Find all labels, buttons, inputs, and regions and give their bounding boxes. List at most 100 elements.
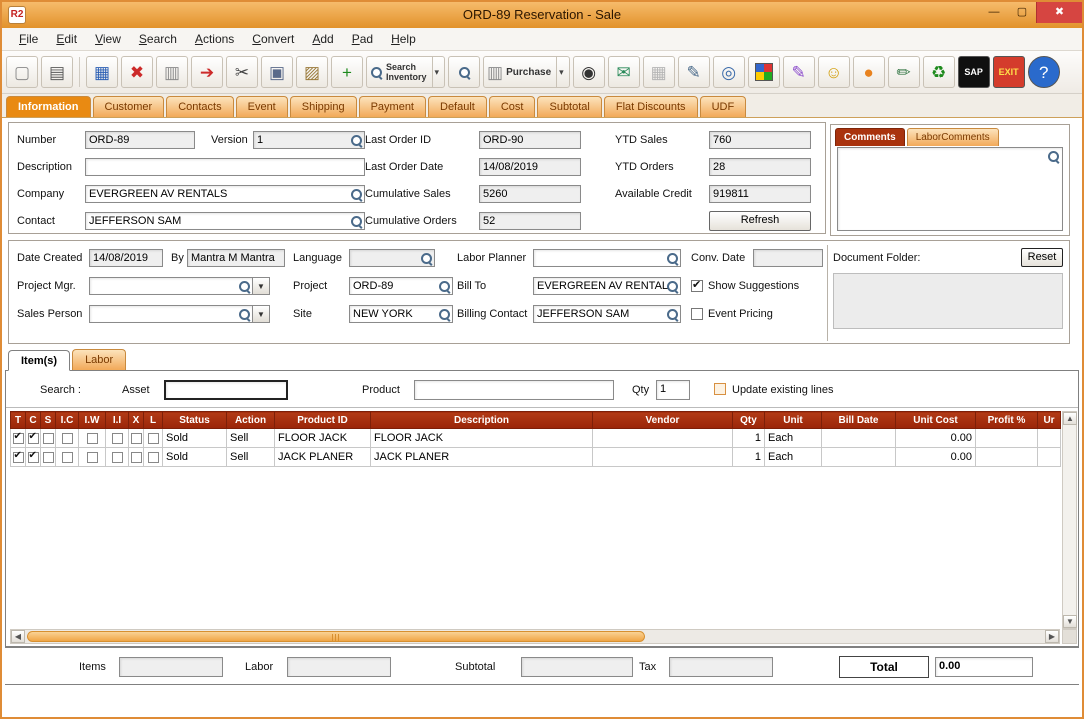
labor-planner-field[interactable] xyxy=(533,249,681,267)
cell[interactable] xyxy=(976,448,1038,467)
maximize-button[interactable]: ▢ xyxy=(1008,2,1036,23)
update-existing-lines-checkbox[interactable] xyxy=(714,383,726,395)
add-line-button[interactable]: + xyxy=(331,56,363,88)
save-button[interactable]: ▦ xyxy=(86,56,118,88)
sap-button[interactable]: SAP xyxy=(958,56,990,88)
scrollbar-thumb[interactable] xyxy=(27,631,645,642)
tab-information[interactable]: Information xyxy=(6,96,91,117)
col-header-s[interactable]: S xyxy=(41,412,56,429)
tab-comments[interactable]: Comments xyxy=(835,128,905,146)
cell[interactable]: FLOOR JACK xyxy=(371,429,593,448)
asset-search-input[interactable] xyxy=(164,380,288,400)
col-header-unit[interactable]: Unit xyxy=(765,412,822,429)
row-checkbox[interactable] xyxy=(43,452,54,463)
col-header-action[interactable]: Action xyxy=(227,412,275,429)
tab-flat-discounts[interactable]: Flat Discounts xyxy=(604,96,698,117)
tab-laborcomments[interactable]: LaborComments xyxy=(907,128,999,146)
menu-add[interactable]: Add xyxy=(303,28,342,51)
send-email-button[interactable]: ✉ xyxy=(608,56,640,88)
disc-button[interactable]: ◎ xyxy=(713,56,745,88)
menu-actions[interactable]: Actions xyxy=(186,28,243,51)
cube-button[interactable] xyxy=(748,56,780,88)
table-row[interactable]: SoldSellJACK PLANERJACK PLANER1Each0.00 xyxy=(11,448,1061,467)
cell[interactable]: Each xyxy=(765,448,822,467)
scroll-right-icon[interactable]: ▶ xyxy=(1045,630,1059,643)
menu-help[interactable]: Help xyxy=(382,28,425,51)
language-field[interactable] xyxy=(349,249,435,267)
smiley-button[interactable]: ☺ xyxy=(818,56,850,88)
purchase-dropdown[interactable]: ▾ xyxy=(556,57,566,87)
reset-button[interactable]: Reset xyxy=(1021,248,1063,267)
sales-person-field[interactable] xyxy=(89,305,253,323)
tab-subtotal[interactable]: Subtotal xyxy=(537,96,601,117)
row-checkbox[interactable] xyxy=(87,452,98,463)
cut-button[interactable]: ✂ xyxy=(226,56,258,88)
fruit-button[interactable]: ● xyxy=(853,56,885,88)
col-header-c[interactable]: C xyxy=(26,412,41,429)
col-header-unit-cost[interactable]: Unit Cost xyxy=(896,412,976,429)
refresh-button[interactable]: Refresh xyxy=(709,211,811,231)
scroll-up-icon[interactable]: ▲ xyxy=(1063,412,1077,425)
search-inventory-dropdown[interactable]: ▾ xyxy=(432,57,442,87)
site-field[interactable]: NEW YORK xyxy=(349,305,453,323)
stamp-button[interactable]: ▥ xyxy=(156,56,188,88)
cell[interactable]: 1 xyxy=(733,448,765,467)
tab-udf[interactable]: UDF xyxy=(700,96,747,117)
calendar-button[interactable]: ▦ xyxy=(643,56,675,88)
purchase-button[interactable]: ▥Purchase▾ xyxy=(483,56,570,88)
sales-person-dropdown[interactable]: ▼ xyxy=(253,305,270,323)
row-checkbox[interactable] xyxy=(131,452,142,463)
col-header-i-w[interactable]: I.W xyxy=(79,412,106,429)
cell[interactable]: 0.00 xyxy=(896,448,976,467)
col-header-t[interactable]: T xyxy=(11,412,26,429)
menu-view[interactable]: View xyxy=(86,28,130,51)
search-icon[interactable] xyxy=(238,280,251,293)
menu-pad[interactable]: Pad xyxy=(343,28,382,51)
cell[interactable] xyxy=(1038,448,1061,467)
col-header-product-id[interactable]: Product ID xyxy=(275,412,371,429)
product-search-input[interactable] xyxy=(414,380,614,400)
comments-textarea[interactable] xyxy=(837,147,1063,231)
description-field[interactable] xyxy=(85,158,365,176)
row-checkbox[interactable] xyxy=(62,433,73,444)
refresh-data-button[interactable]: ♻ xyxy=(923,56,955,88)
new-document-button[interactable]: ▢ xyxy=(6,56,38,88)
search-icon[interactable] xyxy=(238,308,251,321)
project-mgr-field[interactable] xyxy=(89,277,253,295)
show-suggestions-checkbox[interactable] xyxy=(691,280,703,292)
menu-convert[interactable]: Convert xyxy=(243,28,303,51)
cell[interactable] xyxy=(593,448,733,467)
row-checkbox[interactable] xyxy=(131,433,142,444)
search-icon[interactable] xyxy=(666,280,679,293)
brush-button[interactable]: ✎ xyxy=(783,56,815,88)
company-field[interactable]: EVERGREEN AV RENTALS xyxy=(85,185,365,203)
search-icon[interactable] xyxy=(1047,150,1060,163)
row-checkbox[interactable] xyxy=(112,433,123,444)
project-mgr-dropdown[interactable]: ▼ xyxy=(253,277,270,295)
scroll-down-icon[interactable]: ▼ xyxy=(1063,615,1077,628)
table-row[interactable]: SoldSellFLOOR JACKFLOOR JACK1Each0.00 xyxy=(11,429,1061,448)
row-checkbox[interactable] xyxy=(87,433,98,444)
row-checkbox[interactable] xyxy=(28,452,39,463)
tab-item-s[interactable]: Item(s) xyxy=(8,350,70,371)
search-icon[interactable] xyxy=(420,252,433,265)
cell[interactable]: Sell xyxy=(227,448,275,467)
cell[interactable] xyxy=(822,448,896,467)
paste-button[interactable]: ▨ xyxy=(296,56,328,88)
col-header-i-i[interactable]: I.I xyxy=(106,412,129,429)
tab-payment[interactable]: Payment xyxy=(359,96,426,117)
cell[interactable]: Each xyxy=(765,429,822,448)
event-pricing-checkbox[interactable] xyxy=(691,308,703,320)
col-header-ur[interactable]: Ur xyxy=(1038,412,1061,429)
cell[interactable]: Sold xyxy=(163,429,227,448)
search-icon[interactable] xyxy=(438,308,451,321)
menu-file[interactable]: File xyxy=(10,28,47,51)
number-field[interactable]: ORD-89 xyxy=(85,131,195,149)
cell[interactable]: 0.00 xyxy=(896,429,976,448)
exit-button[interactable]: EXIT xyxy=(993,56,1025,88)
scroll-left-icon[interactable]: ◀ xyxy=(11,630,25,643)
row-checkbox[interactable] xyxy=(148,452,159,463)
print-button[interactable]: ▤ xyxy=(41,56,73,88)
cell[interactable]: Sold xyxy=(163,448,227,467)
export-button[interactable]: ➔ xyxy=(191,56,223,88)
